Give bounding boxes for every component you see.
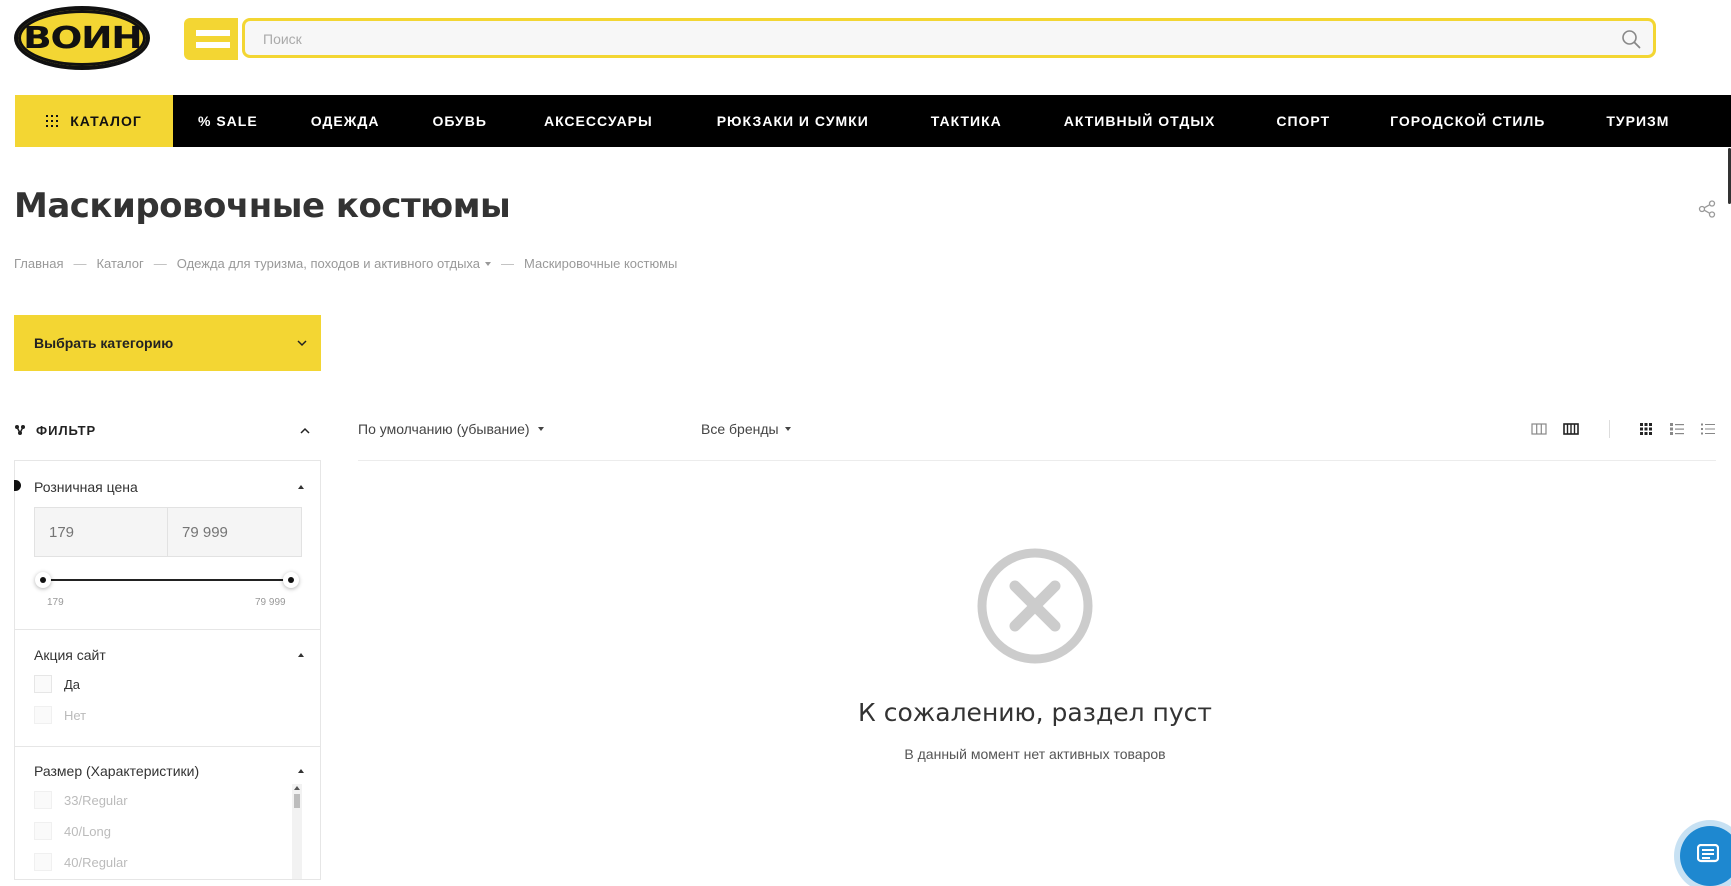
search-icon[interactable] (1621, 29, 1641, 49)
nav-item-sport[interactable]: СПОРТ (1276, 95, 1330, 147)
size-list-scrollbar[interactable] (292, 784, 302, 879)
brand-dropdown[interactable]: Все бренды (701, 421, 791, 437)
filter-section-price: Розничная цена 179 79 999 (15, 461, 320, 630)
price-min-label: 179 (47, 597, 64, 608)
empty-subtitle: В данный момент нет активных товаров (904, 746, 1166, 762)
nav-catalog-label: КАТАЛОГ (70, 113, 142, 129)
filter-promo-title[interactable]: Акция сайт (34, 647, 304, 663)
view-compact-list-icon[interactable] (1700, 422, 1716, 436)
filter-price-label: Розничная цена (34, 479, 138, 495)
nav-item-footwear[interactable]: ОБУВЬ (432, 95, 487, 147)
view-tile-icon[interactable] (1638, 422, 1654, 436)
price-max-input[interactable] (168, 508, 301, 556)
view-separator (1609, 420, 1610, 438)
search-badge-icon (184, 18, 238, 60)
price-inputs (34, 507, 302, 557)
size-option-label: 40/Regular (64, 854, 128, 870)
checkbox[interactable] (34, 791, 52, 809)
search-box (242, 18, 1656, 58)
site-logo[interactable]: ВОИН (14, 6, 150, 70)
chat-icon (1697, 844, 1719, 863)
scroll-up-icon[interactable] (294, 786, 300, 790)
breadcrumb-current: Маскировочные костюмы (524, 256, 678, 271)
brand-label: Все бренды (701, 421, 779, 437)
checkbox[interactable] (34, 853, 52, 871)
collapse-arrow-icon (298, 653, 304, 657)
breadcrumb-catalog[interactable]: Каталог (96, 256, 143, 271)
size-option-label: 33/Regular (64, 792, 128, 808)
breadcrumb-separator: — (153, 256, 167, 271)
scrollbar-thumb[interactable] (294, 794, 300, 808)
chevron-up-icon (300, 427, 310, 434)
filter-header[interactable]: ФИЛЬТР (14, 420, 310, 440)
filter-icon (15, 425, 25, 435)
price-slider-min-handle[interactable] (35, 572, 51, 588)
checkbox[interactable] (34, 675, 52, 693)
dropdown-arrow-icon (537, 427, 544, 431)
category-select-label: Выбрать категорию (34, 335, 174, 351)
filter-title: ФИЛЬТР (36, 422, 97, 438)
breadcrumb-separator: — (501, 256, 514, 271)
category-select[interactable]: Выбрать категорию (14, 315, 321, 371)
filter-size-label: Размер (Характеристики) (34, 763, 200, 779)
chat-button[interactable] (1680, 826, 1731, 886)
promo-option-label: Да (64, 676, 81, 692)
nav-item-tactics[interactable]: ТАКТИКА (931, 95, 1002, 147)
toolbar-divider (358, 460, 1716, 461)
page-title: Маскировочные костюмы (14, 186, 511, 226)
empty-x-icon (977, 548, 1093, 664)
header: ВОИН (0, 0, 1731, 95)
breadcrumb-separator: — (73, 256, 87, 271)
search-input[interactable] (261, 21, 1595, 57)
size-option[interactable]: 40/Regular (34, 853, 128, 871)
breadcrumb: Главная — Каталог — Одежда для туризма, … (14, 256, 677, 271)
share-icon[interactable] (1698, 200, 1716, 218)
nav-item-urban[interactable]: ГОРОДСКОЙ СТИЛЬ (1390, 95, 1545, 147)
collapse-arrow-icon (298, 769, 304, 773)
view-list-icon[interactable] (1669, 422, 1685, 436)
breadcrumb-outdoor-clothing[interactable]: Одежда для туризма, походов и активного … (177, 256, 480, 271)
filter-section-size: Размер (Характеристики) 33/Regular 40/Lo… (15, 746, 320, 879)
nav-item-sale[interactable]: % SALE (198, 95, 258, 147)
dropdown-arrow-icon (784, 427, 791, 431)
promo-option-yes[interactable]: Да (34, 675, 80, 693)
filter-size-title[interactable]: Размер (Характеристики) (34, 763, 304, 779)
main-nav: КАТАЛОГ % SALE ОДЕЖДА ОБУВЬ АКСЕССУАРЫ Р… (15, 95, 1731, 147)
sort-dropdown[interactable]: По умолчанию (убывание) (358, 421, 544, 437)
size-option-label: 40/Long (64, 823, 111, 839)
breadcrumb-dropdown-icon[interactable] (485, 261, 491, 266)
grid-dots-icon (46, 115, 59, 127)
logo-text: ВОИН (22, 20, 142, 56)
size-option[interactable]: 33/Regular (34, 791, 128, 809)
breadcrumb-home[interactable]: Главная (14, 256, 63, 271)
price-slider-max-handle[interactable] (283, 572, 299, 588)
view-columns-icon[interactable] (1531, 422, 1547, 436)
filter-price-title[interactable]: Розничная цена (34, 479, 304, 495)
filter-section-promo: Акция сайт Да Нет (15, 629, 320, 747)
filter-promo-label: Акция сайт (34, 647, 106, 663)
checkbox[interactable] (34, 822, 52, 840)
nav-item-clothing[interactable]: ОДЕЖДА (311, 95, 380, 147)
nav-item-backpacks[interactable]: РЮКЗАКИ И СУМКИ (717, 95, 869, 147)
nav-item-tourism[interactable]: ТУРИЗМ (1606, 95, 1669, 147)
price-min-input[interactable] (35, 508, 168, 556)
logo-inner: ВОИН (18, 10, 146, 66)
chevron-down-icon (297, 339, 307, 346)
view-columns-wide-icon[interactable] (1563, 422, 1579, 436)
nav-item-accessories[interactable]: АКСЕССУАРЫ (544, 95, 653, 147)
price-max-label: 79 999 (255, 597, 286, 608)
size-option[interactable]: 40/Long (34, 822, 111, 840)
nav-item-outdoor[interactable]: АКТИВНЫЙ ОТДЫХ (1064, 95, 1216, 147)
filter-panel: Розничная цена 179 79 999 Акция сайт Да … (14, 460, 321, 880)
collapse-arrow-icon (298, 485, 304, 489)
nav-catalog-button[interactable]: КАТАЛОГ (15, 95, 173, 147)
sort-label: По умолчанию (убывание) (358, 421, 530, 437)
empty-title: К сожалению, раздел пуст (858, 698, 1212, 727)
price-slider-track[interactable] (45, 579, 291, 581)
